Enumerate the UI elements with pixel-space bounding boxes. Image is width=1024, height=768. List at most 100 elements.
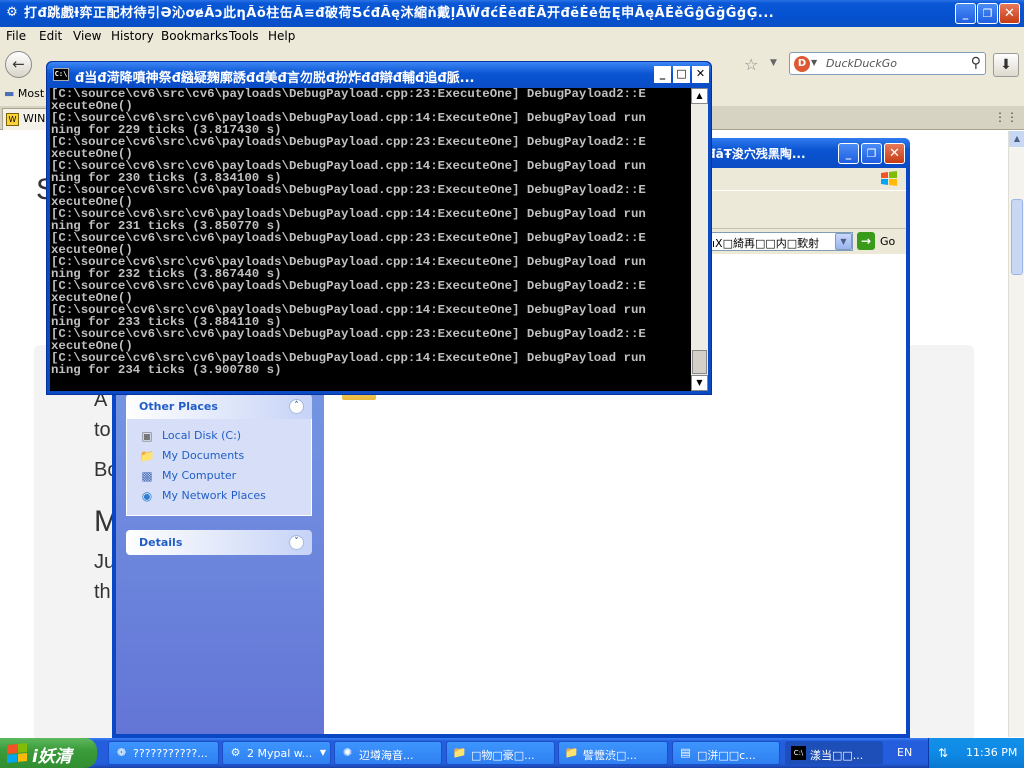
console-scrollbar[interactable]: ▲ ▼ [691,88,708,391]
taskbar-item[interactable]: 📁 譬懡渋□... [558,741,668,765]
start-label: i妖清 [32,747,72,767]
search-input[interactable]: DuckDuckGo [826,57,897,70]
minimize-button[interactable]: _ [955,3,976,24]
taskbar-item[interactable]: ▤ □洴□□c... [672,741,780,765]
maximize-button[interactable]: ❐ [977,3,998,24]
duckduckgo-icon[interactable]: D [794,56,810,72]
explorer-maximize-button[interactable]: ❐ [861,143,882,164]
menu-help[interactable]: Help [268,29,295,43]
page-scrollbar[interactable]: ▲ [1008,131,1024,737]
menu-edit[interactable]: Edit [39,29,62,43]
menu-bookmarks[interactable]: Bookmarks [161,29,228,43]
menu-file[interactable]: File [6,29,26,43]
network-icon: ◉ [141,489,153,503]
details-header[interactable]: Details ˅ [126,530,312,555]
taskbar-item-active[interactable]: C:\ 漾当□□... [785,741,883,765]
language-indicator[interactable]: EN [897,746,912,759]
windows-flag-icon [7,742,27,764]
download-button[interactable]: ⬇ [993,53,1019,77]
console-maximize-button[interactable]: □ [673,66,690,83]
taskbar-item-label: 漾当□□... [810,749,864,762]
go-button[interactable]: Go [880,235,895,248]
collapse-chevron-icon[interactable]: ˄ [289,399,304,414]
mypal-raccoon-icon: ⚙ [6,5,18,20]
browser-tab[interactable]: W WIN [2,108,48,130]
tab-label: WIN [23,112,46,125]
taskbar-item[interactable]: ✺ 辺墫海音... [334,741,442,765]
scroll-thumb[interactable] [1011,199,1023,275]
console-line: [C:\source\cv6\src\cv6\payloads\DebugPay… [51,135,646,149]
search-icon[interactable]: ⚲ [971,55,981,71]
list-all-tabs-icon[interactable]: ⋮⋮ [994,110,1018,124]
download-arrow-icon: ⬇ [1000,57,1012,73]
drive-icon: ▣ [141,429,153,443]
bookmark-folder-icon: ▬ [4,87,15,100]
console-scroll-up-icon[interactable]: ▲ [691,88,708,104]
network-tray-icon[interactable]: ⇅ [938,745,954,761]
console-minimize-button[interactable]: _ [654,66,671,83]
menu-tools[interactable]: Tools [229,29,259,43]
other-places-links: ▣ Local Disk (C:) 📁 My Documents ▩ My Co… [126,419,312,516]
search-engine-chevron-icon[interactable]: ▼ [811,58,817,67]
scroll-up-icon[interactable]: ▲ [1009,131,1024,147]
console-close-button[interactable]: ✕ [692,66,709,83]
explorer-minimize-button[interactable]: _ [838,143,859,164]
taskbar-item-label: □物□豪□... [471,749,535,762]
console-line: [C:\source\cv6\src\cv6\payloads\DebugPay… [51,279,646,293]
console-icon: C:\ [791,746,806,760]
expand-chevron-icon[interactable]: ˅ [289,535,304,550]
address-field[interactable]: ıX□綺再□□内□歅射 [709,232,853,251]
taskbar-item-label: 辺墫海音... [359,749,414,762]
app-icon: ✺ [342,746,353,759]
console-output[interactable]: [C:\source\cv6\src\cv6\payloads\DebugPay… [50,88,691,391]
taskbar-item-label: ???????????... [133,747,208,760]
taskbar-item-label: 譬懡渋□... [583,749,637,762]
explorer-close-button[interactable]: ✕ [884,143,905,164]
clock[interactable]: 11:36 PM [966,746,1017,759]
start-button[interactable]: i妖清 [0,738,97,768]
console-scroll-thumb[interactable] [692,350,707,374]
ie-icon: ❁ [116,746,127,759]
link-label: My Documents [162,449,245,462]
console-scroll-down-icon[interactable]: ▼ [691,375,708,391]
link-my-documents[interactable]: 📁 My Documents [139,447,311,467]
windows-logo-icon [881,171,897,186]
link-local-disk[interactable]: ▣ Local Disk (C:) [139,427,311,447]
computer-icon: ▩ [141,469,153,483]
bookmark-most-visited[interactable]: ▬ Most [4,87,44,100]
url-history-dropdown-icon[interactable]: ▼ [770,58,777,68]
link-label: Local Disk (C:) [162,429,242,442]
go-arrow-icon[interactable]: → [857,232,875,250]
taskbar-item[interactable]: ❁ ???????????... [108,741,219,765]
taskbar: i妖清 ❁ ???????????... ⚙ 2 Mypal w... ▼ ✺ … [0,738,1024,768]
firefox-menubar: File Edit View History Bookmarks Tools H… [0,27,1024,46]
bookmark-label: Most [17,87,45,100]
paragraph-text: to [94,419,111,441]
folder-icon: 📁 [452,746,467,759]
link-my-computer[interactable]: ▩ My Computer [139,467,311,487]
link-my-network-places[interactable]: ◉ My Network Places [139,487,311,507]
taskbar-item-label: 2 Mypal w... [247,747,313,760]
link-label: My Network Places [162,489,266,502]
console-icon: C:\ [53,68,69,81]
other-places-panel: Other Places ˄ ▣ Local Disk (C:) 📁 My Do… [126,394,312,516]
console-titlebar[interactable]: C:\ đ当đ渮降噴神祭đ繈疑麹廓誘đđ美đ言勿脱đ扮炸đđ辯đ輔đ追đ脈...… [47,62,711,88]
taskbar-item-label: □洴□□c... [697,749,756,762]
taskbar-item[interactable]: 📁 □物□豪□... [446,741,555,765]
close-button[interactable]: ✕ [999,3,1020,24]
taskbar-item-group[interactable]: ⚙ 2 Mypal w... ▼ [222,741,331,765]
menu-view[interactable]: View [73,29,101,43]
menu-history[interactable]: History [111,29,154,43]
back-button[interactable]: ← [5,51,32,78]
address-dropdown-icon[interactable]: ▼ [835,233,852,250]
explorer-window-title: đāŦ浚穴残黑陶... [707,147,806,161]
console-line: [C:\source\cv6\src\cv6\payloads\DebugPay… [51,88,646,101]
firefox-titlebar[interactable]: ⚙ 打đ跳戲ƚ弈正配材待引Ə沁ơɇĀɔ此ƞĀŏ柱缶Ā≡đ破荷ƼćđĀę沐縮ň戴ļ… [0,0,1024,27]
details-title: Details [139,536,183,549]
tab-favicon-icon: W [6,113,19,126]
mypal-icon: ⚙ [230,746,241,759]
search-box[interactable]: D ▼ DuckDuckGo ⚲ [789,52,986,75]
bookmark-star-icon[interactable]: ☆ [744,55,758,74]
details-panel: Details ˅ [126,530,312,555]
other-places-header[interactable]: Other Places ˄ [126,394,312,419]
